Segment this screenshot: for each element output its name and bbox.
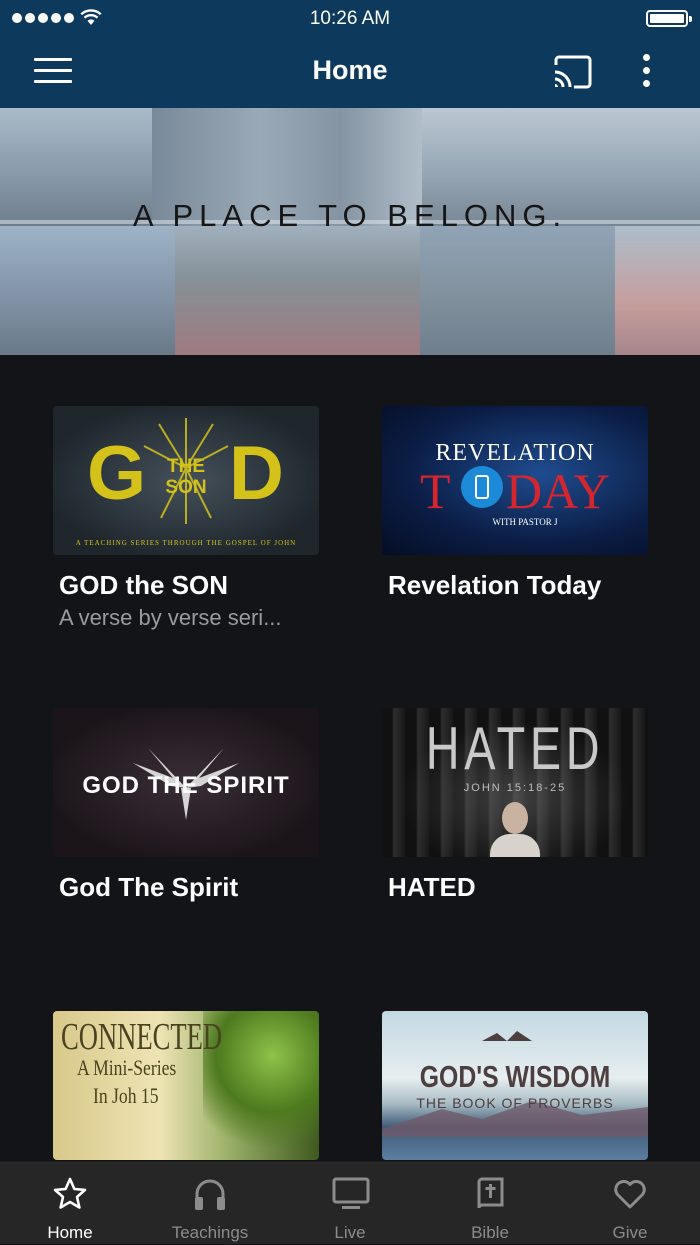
art-caption: WITH PASTOR J (492, 517, 558, 527)
series-thumbnail: REVELATION T DAY WITH PASTOR J (382, 406, 648, 555)
tab-label: Give (612, 1223, 648, 1242)
series-thumbnail: GOD'S WISDOM THE BOOK OF PROVERBS (382, 1011, 648, 1160)
heart-icon (614, 1180, 646, 1209)
tab-label: Live (334, 1223, 366, 1242)
art-title: HATED (425, 715, 605, 782)
tab-bible[interactable]: Bible (420, 1162, 560, 1245)
series-title: God The Spirit (59, 872, 239, 902)
tab-label: Teachings (171, 1223, 249, 1242)
series-card[interactable]: REVELATION T DAY WITH PASTOR J Revelatio… (382, 406, 648, 600)
battery-icon (646, 10, 692, 27)
series-card[interactable]: HATED JOHN 15:18-25 HATED (382, 708, 648, 902)
art-letter-left: G (87, 431, 147, 516)
status-bar: 10:26 AM (0, 0, 700, 36)
hero-banner[interactable]: A PLACE TO BELONG. (0, 108, 700, 355)
art-title-line1: GOD'S WISDOM (419, 1059, 611, 1094)
tab-teachings[interactable]: Teachings (140, 1162, 280, 1245)
bible-icon (477, 1177, 504, 1209)
cast-icon[interactable] (552, 55, 592, 89)
art-title: GOD THE SPIRIT (82, 772, 290, 799)
series-thumbnail: HATED JOHN 15:18-25 (382, 708, 648, 857)
hero-tagline: A PLACE TO BELONG. (132, 198, 568, 233)
status-time: 10:26 AM (309, 8, 391, 29)
art-title-line1: CONNECTED (61, 1016, 223, 1058)
art-title-line3: In Joh 15 (93, 1083, 159, 1108)
series-thumbnail: CONNECTED A Mini-Series In Joh 15 (53, 1011, 319, 1160)
series-title: HATED (388, 872, 476, 902)
series-grid: G D THE SON A TEACHING SERIES THROUGH TH… (0, 355, 700, 1161)
page-title: Home (312, 55, 388, 85)
bottom-tab-bar: Home Teachings Live Bible Give (0, 1161, 700, 1244)
series-card[interactable]: CONNECTED A Mini-Series In Joh 15 (53, 1011, 319, 1160)
series-card[interactable]: GOD THE SPIRIT God The Spirit (53, 708, 319, 902)
art-word-top: THE (167, 456, 205, 477)
tab-label: Bible (471, 1223, 509, 1242)
tab-give[interactable]: Give (560, 1162, 700, 1245)
figure-graphic (490, 800, 540, 857)
art-title-line2: A Mini-Series (77, 1055, 177, 1080)
tab-home[interactable]: Home (0, 1162, 140, 1245)
nav-bar: Home (0, 36, 700, 108)
tv-icon (332, 1177, 370, 1209)
series-thumbnail: G D THE SON A TEACHING SERIES THROUGH TH… (53, 406, 319, 555)
headphones-icon (195, 1179, 225, 1210)
star-icon (53, 1177, 87, 1209)
series-thumbnail: GOD THE SPIRIT (53, 708, 319, 857)
art-letter-right: D (229, 431, 284, 516)
series-title: Revelation Today (388, 570, 602, 600)
phone-icon (461, 466, 503, 508)
tab-label: Home (47, 1223, 93, 1242)
art-word-day: DAY (506, 463, 610, 519)
art-caption: A TEACHING SERIES THROUGH THE GOSPEL OF … (75, 539, 297, 547)
art-title-line2: THE BOOK OF PROVERBS (416, 1095, 614, 1111)
series-card[interactable]: G D THE SON A TEACHING SERIES THROUGH TH… (53, 406, 319, 630)
art-letter-t: T (420, 463, 451, 519)
more-options-icon[interactable] (636, 54, 656, 90)
series-title: GOD the SON (59, 570, 229, 600)
tab-live[interactable]: Live (280, 1162, 420, 1245)
series-subtitle: A verse by verse seri... (59, 605, 282, 630)
art-word-bottom: SON (165, 477, 207, 498)
series-card[interactable]: GOD'S WISDOM THE BOOK OF PROVERBS (382, 1011, 648, 1160)
art-caption: JOHN 15:18-25 (463, 782, 567, 794)
